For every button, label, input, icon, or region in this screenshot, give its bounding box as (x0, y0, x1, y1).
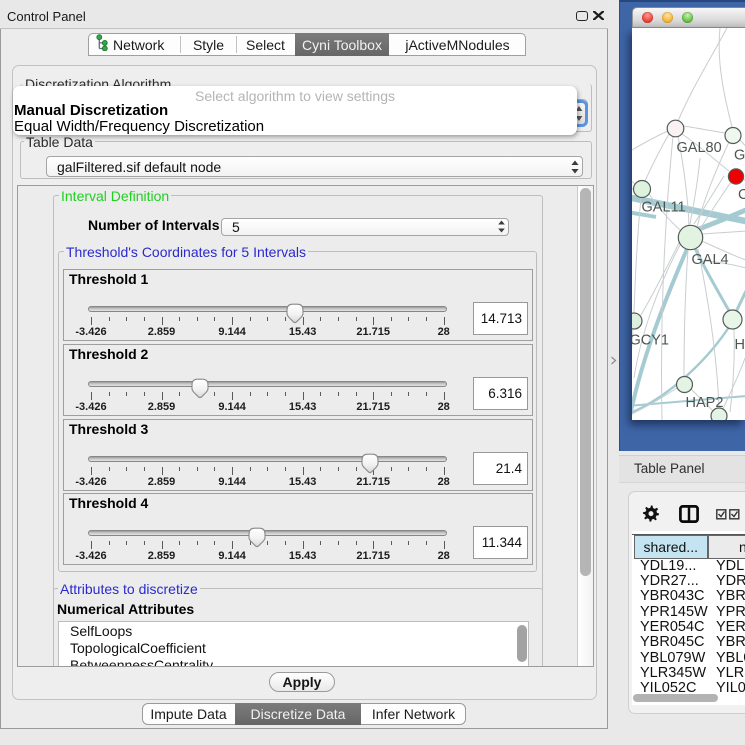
svg-text:HAP2: HAP2 (686, 395, 724, 411)
svg-text:C: C (738, 187, 745, 203)
svg-text:GAL80: GAL80 (677, 140, 722, 156)
svg-text:H: H (735, 337, 745, 353)
svg-text:GAL11: GAL11 (642, 200, 686, 216)
svg-text:GAL4: GAL4 (692, 252, 729, 268)
svg-text:GCY1: GCY1 (632, 333, 669, 349)
svg-text:GA: GA (734, 148, 745, 164)
